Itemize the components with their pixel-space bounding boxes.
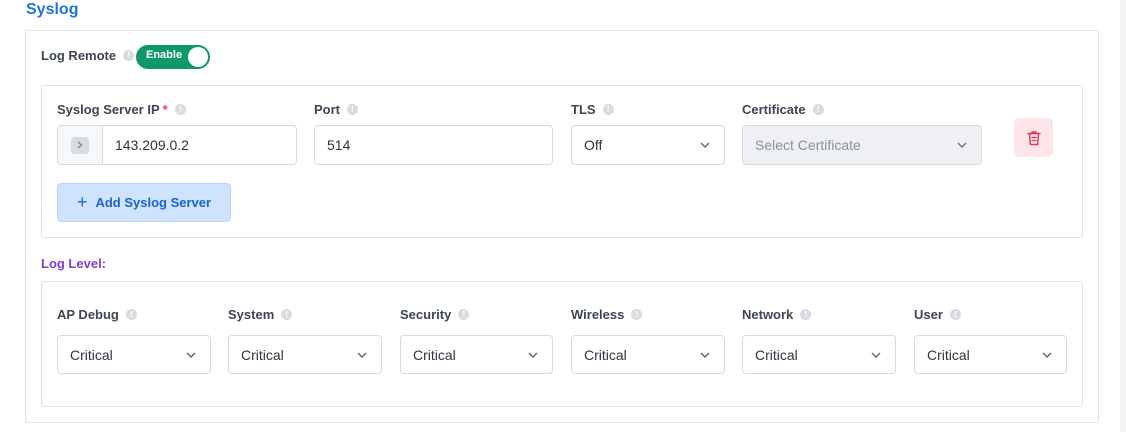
certificate-placeholder: Select Certificate	[755, 137, 861, 153]
log-remote-label: Log Remote	[41, 48, 117, 63]
info-icon: !	[347, 104, 358, 115]
chevron-down-icon	[957, 142, 967, 148]
ap-debug-label-row: AP Debug !	[57, 307, 137, 322]
system-label-row: System !	[228, 307, 293, 322]
chevron-down-icon	[700, 142, 710, 148]
network-label-row: Network !	[742, 307, 812, 322]
port-label-row: Port !	[314, 102, 358, 117]
port-input[interactable]: 514	[314, 125, 553, 165]
certificate-label-row: Certificate !	[742, 102, 824, 117]
prompt-icon	[71, 136, 89, 154]
wireless-label-row: Wireless !	[571, 307, 643, 322]
delete-server-button[interactable]	[1014, 118, 1053, 157]
chevron-down-icon	[357, 352, 367, 358]
log-level-label: Security	[400, 307, 452, 322]
log-remote-label-row: Log Remote !	[41, 48, 135, 63]
chevron-down-icon	[700, 352, 710, 358]
log-level-value: Critical	[755, 346, 798, 363]
port-label: Port	[314, 102, 340, 117]
tls-label: TLS	[571, 102, 596, 117]
chevron-down-icon	[528, 352, 538, 358]
add-button-label: Add Syslog Server	[95, 195, 212, 210]
required-mark: *	[162, 102, 168, 117]
log-level-value: Critical	[241, 346, 284, 363]
chevron-down-icon	[1042, 352, 1052, 358]
wireless-select[interactable]: Critical	[571, 335, 725, 374]
certificate-label: Certificate	[742, 102, 806, 117]
info-icon: !	[631, 309, 643, 320]
info-icon: !	[812, 104, 824, 115]
log-level-value: Critical	[70, 346, 113, 363]
log-level-value: Critical	[927, 346, 970, 363]
info-icon: !	[458, 309, 470, 320]
log-level-value: Critical	[413, 346, 456, 363]
info-icon: !	[174, 104, 186, 115]
ip-value: 143.209.0.2	[115, 137, 189, 153]
info-icon: !	[800, 309, 812, 320]
certificate-select[interactable]: Select Certificate	[742, 125, 982, 165]
info-icon: !	[125, 309, 137, 320]
user-label-row: User !	[914, 307, 961, 322]
log-level-value: Critical	[584, 346, 627, 363]
network-select[interactable]: Critical	[742, 335, 896, 374]
section-title: Syslog	[26, 1, 79, 18]
system-select[interactable]: Critical	[228, 335, 382, 374]
add-syslog-server-button[interactable]: + Add Syslog Server	[57, 183, 231, 222]
scroll-edge	[1120, 0, 1126, 432]
log-level-label: Wireless	[571, 307, 625, 322]
trash-icon	[1026, 130, 1041, 145]
info-icon: !	[281, 309, 293, 320]
toggle-knob	[188, 47, 208, 67]
security-select[interactable]: Critical	[400, 335, 553, 374]
security-label-row: Security !	[400, 307, 470, 322]
info-icon: !	[123, 50, 135, 61]
log-level-label: Network	[742, 307, 794, 322]
log-level-label: User	[914, 307, 943, 322]
log-level-label: System	[228, 307, 275, 322]
ip-label-row: Syslog Server IP * !	[57, 102, 186, 117]
info-icon: !	[949, 309, 961, 320]
tls-select[interactable]: Off	[571, 125, 725, 165]
info-icon: !	[602, 104, 614, 115]
toggle-label: Enable	[146, 49, 183, 61]
log-level-title: Log Level:	[41, 256, 107, 271]
user-select[interactable]: Critical	[914, 335, 1067, 374]
ap-debug-select[interactable]: Critical	[57, 335, 211, 374]
port-value: 514	[327, 137, 351, 153]
chevron-down-icon	[186, 352, 196, 358]
log-level-label: AP Debug	[57, 307, 119, 322]
ip-prefix	[58, 126, 103, 164]
plus-icon: +	[76, 192, 88, 212]
syslog-server-ip-input[interactable]: 143.209.0.2	[57, 125, 297, 165]
log-remote-toggle[interactable]: Enable	[136, 45, 210, 69]
syslog-server-ip-label: Syslog Server IP	[57, 102, 160, 117]
chevron-down-icon	[871, 352, 881, 358]
tls-label-row: TLS !	[571, 102, 614, 117]
tls-value: Off	[584, 137, 603, 153]
